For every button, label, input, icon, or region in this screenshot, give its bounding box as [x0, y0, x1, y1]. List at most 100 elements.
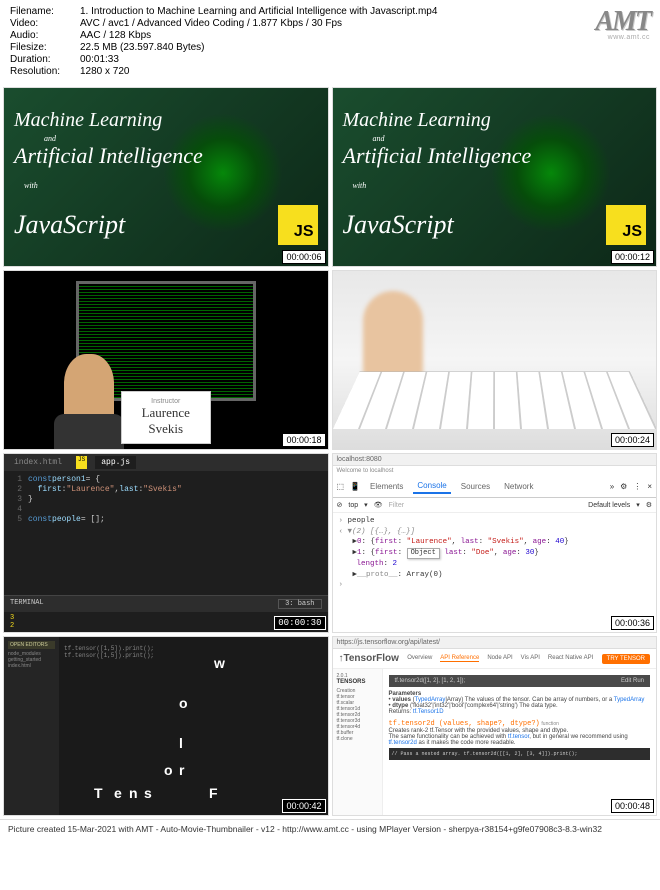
- thumb-4: 00:00:24: [332, 270, 658, 450]
- duration-value: 00:01:33: [80, 54, 119, 65]
- returns: Returns: tf.Tensor1D: [389, 709, 651, 715]
- thumbnail-grid: Machine Learning and Artificial Intellig…: [0, 84, 660, 819]
- title-ai: Artificial Intelligence: [343, 143, 647, 169]
- example-actions[interactable]: Edit Run: [621, 678, 644, 684]
- timestamp: 00:00:06: [282, 250, 325, 264]
- resolution-value: 1280 x 720: [80, 66, 130, 77]
- thumb-7: OPEN EDITORS node_modules getting_starte…: [3, 636, 329, 816]
- tab-index-html[interactable]: index.html: [8, 456, 68, 469]
- shell-selector[interactable]: 3: bash: [278, 599, 321, 609]
- console-output[interactable]: › people ‹ ▼(2) [{…}, {…}] ▶0: {first: "…: [333, 513, 657, 594]
- devtools-tabs: ⬚ 📱 Elements Console Sources Network » ⚙…: [333, 476, 657, 498]
- timestamp: 00:00:12: [611, 250, 654, 264]
- sidebar-header: OPEN EDITORS: [8, 641, 55, 649]
- more-tabs-icon[interactable]: »: [610, 482, 614, 491]
- instructor-photo: [64, 354, 114, 419]
- nav-node[interactable]: Node API: [487, 655, 512, 662]
- close-icon[interactable]: ×: [647, 482, 652, 491]
- levels-selector[interactable]: Default levels: [588, 502, 630, 509]
- terminal-tabs: TERMINAL 3: bash: [4, 595, 328, 612]
- nav-api-ref[interactable]: API Reference: [440, 655, 479, 662]
- vscode-sidebar[interactable]: OPEN EDITORS node_modules getting_starte…: [4, 637, 59, 815]
- nav-rn[interactable]: React Native API: [548, 655, 593, 662]
- thumb-6: localhost:8080 Welcome to localhost ⬚ 📱 …: [332, 453, 658, 633]
- timestamp: 00:00:24: [611, 433, 654, 447]
- tab-app-js[interactable]: app.js: [95, 456, 136, 469]
- title-ml: Machine Learning: [14, 109, 318, 132]
- example-toolbar: tf.tensor2d([1, 2], [1, 2, 1]); Edit Run: [389, 675, 651, 687]
- instructor-card: Instructor Laurence Svekis: [121, 391, 211, 444]
- title-with: with: [24, 181, 318, 190]
- title-ai: Artificial Intelligence: [14, 143, 318, 169]
- filesize-label: Filesize:: [10, 42, 80, 53]
- animated-letters: w o l o r T e n s F: [64, 637, 328, 815]
- instructor-last: Svekis: [142, 421, 190, 437]
- title-and: and: [373, 134, 647, 143]
- docs-nav: Overview API Reference Node API Vis API …: [407, 655, 593, 662]
- sig-tag: function: [541, 721, 559, 727]
- filesize-value: 22.5 MB (23.597.840 Bytes): [80, 42, 205, 53]
- sidebar-link[interactable]: tf.clone: [337, 736, 378, 742]
- keyboard-keys: [333, 371, 657, 429]
- title-and: and: [44, 134, 318, 143]
- timestamp: 00:00:48: [611, 799, 654, 813]
- terminal-tab[interactable]: TERMINAL: [10, 599, 44, 609]
- hover-tooltip: Object: [407, 548, 440, 560]
- timestamp: 00:00:18: [282, 433, 325, 447]
- tab-console[interactable]: Console: [413, 479, 450, 494]
- instructor-label: Instructor: [142, 398, 190, 405]
- docs-content: tf.tensor2d([1, 2], [1, 2, 1]); Edit Run…: [383, 669, 657, 815]
- js-logo-icon: JS: [606, 205, 646, 245]
- browser-address[interactable]: https://js.tensorflow.org/api/latest/: [333, 637, 657, 649]
- cta-button[interactable]: TRY TENSOR: [602, 654, 650, 664]
- tab-elements[interactable]: Elements: [366, 480, 407, 493]
- finger-blur: [363, 291, 423, 381]
- example-code: tf.tensor2d([1, 2], [1, 2, 1]);: [395, 678, 466, 684]
- title-js: JavaScript: [343, 210, 454, 240]
- func-desc: The same functionality can be achieved w…: [389, 734, 651, 746]
- timestamp: 00:00:30: [274, 616, 325, 630]
- timestamp: 00:00:42: [282, 799, 325, 813]
- thumb-3: Instructor Laurence Svekis 00:00:18: [3, 270, 329, 450]
- tensorflow-logo[interactable]: ↑TensorFlow: [339, 653, 399, 664]
- settings-icon[interactable]: ⚙: [620, 482, 627, 491]
- menu-icon[interactable]: ⋮: [633, 482, 641, 491]
- nav-overview[interactable]: Overview: [407, 655, 432, 662]
- address-bar[interactable]: localhost:8080: [333, 454, 657, 466]
- audio-label: Audio:: [10, 30, 80, 41]
- sidebar-item[interactable]: index.html: [8, 663, 55, 669]
- sidebar-section: TENSORS: [337, 679, 378, 685]
- video-value: AVC / avc1 / Advanced Video Coding / 1.8…: [80, 18, 342, 29]
- context-selector[interactable]: top: [348, 502, 358, 509]
- filter-input[interactable]: Filter: [389, 502, 405, 509]
- title-ml: Machine Learning: [343, 109, 647, 132]
- docs-sidebar: 2.0.1 TENSORS Creation tf.tensor tf.scal…: [333, 669, 383, 815]
- title-js: JavaScript: [14, 210, 125, 240]
- amt-url: www.amt.cc: [608, 34, 650, 41]
- docs-header: ↑TensorFlow Overview API Reference Node …: [333, 649, 657, 669]
- js-file-icon: JS: [76, 456, 87, 469]
- nav-vis[interactable]: Vis API: [521, 655, 540, 662]
- duration-label: Duration:: [10, 54, 80, 65]
- inspect-icon[interactable]: ⬚: [337, 482, 345, 491]
- eye-icon[interactable]: 👁: [374, 501, 383, 509]
- thumb-1: Machine Learning and Artificial Intellig…: [3, 87, 329, 267]
- tab-sources[interactable]: Sources: [457, 480, 494, 493]
- console-toolbar: ⊘ top ▾ 👁 Filter Default levels▾ ⚙: [333, 498, 657, 513]
- settings-gear-icon[interactable]: ⚙: [646, 501, 652, 509]
- thumb-8: https://js.tensorflow.org/api/latest/ ↑T…: [332, 636, 658, 816]
- clear-icon[interactable]: ⊘: [337, 501, 343, 509]
- thumb-5: index.html JS app.js 1const person1 = { …: [3, 453, 329, 633]
- tab-network[interactable]: Network: [500, 480, 537, 493]
- filename-label: Filename:: [10, 6, 80, 17]
- instructor-first: Laurence: [142, 405, 190, 421]
- title-with: with: [353, 181, 647, 190]
- filename-value: 1. Introduction to Machine Learning and …: [80, 6, 437, 17]
- devtools-title: Welcome to localhost: [333, 466, 657, 476]
- device-icon[interactable]: 📱: [350, 482, 360, 491]
- resolution-label: Resolution:: [10, 66, 80, 77]
- code-editor[interactable]: 1const person1 = { 2 first : "Laurence",…: [4, 471, 328, 595]
- timestamp: 00:00:36: [611, 616, 654, 630]
- thumb-2: Machine Learning and Artificial Intellig…: [332, 87, 658, 267]
- video-label: Video:: [10, 18, 80, 29]
